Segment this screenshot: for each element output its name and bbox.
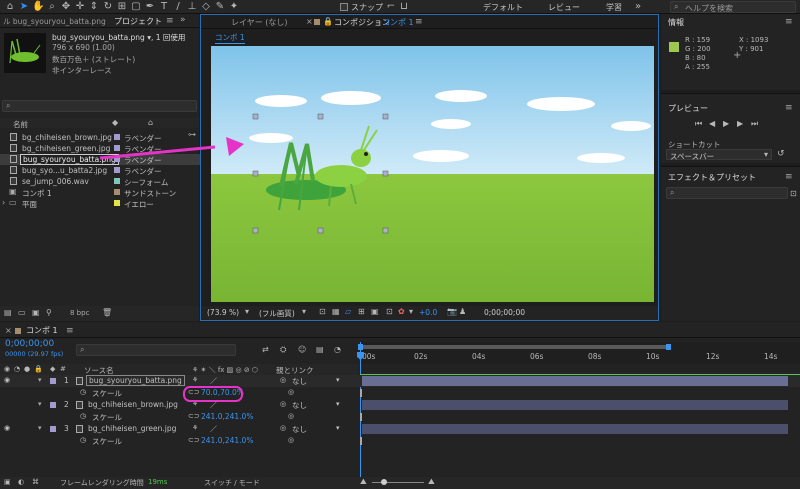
arrow-head-icon — [226, 137, 244, 156]
highlight-circle — [183, 386, 243, 402]
annotation-overlay — [99, 137, 244, 160]
pink-arrow-icon — [99, 145, 216, 160]
